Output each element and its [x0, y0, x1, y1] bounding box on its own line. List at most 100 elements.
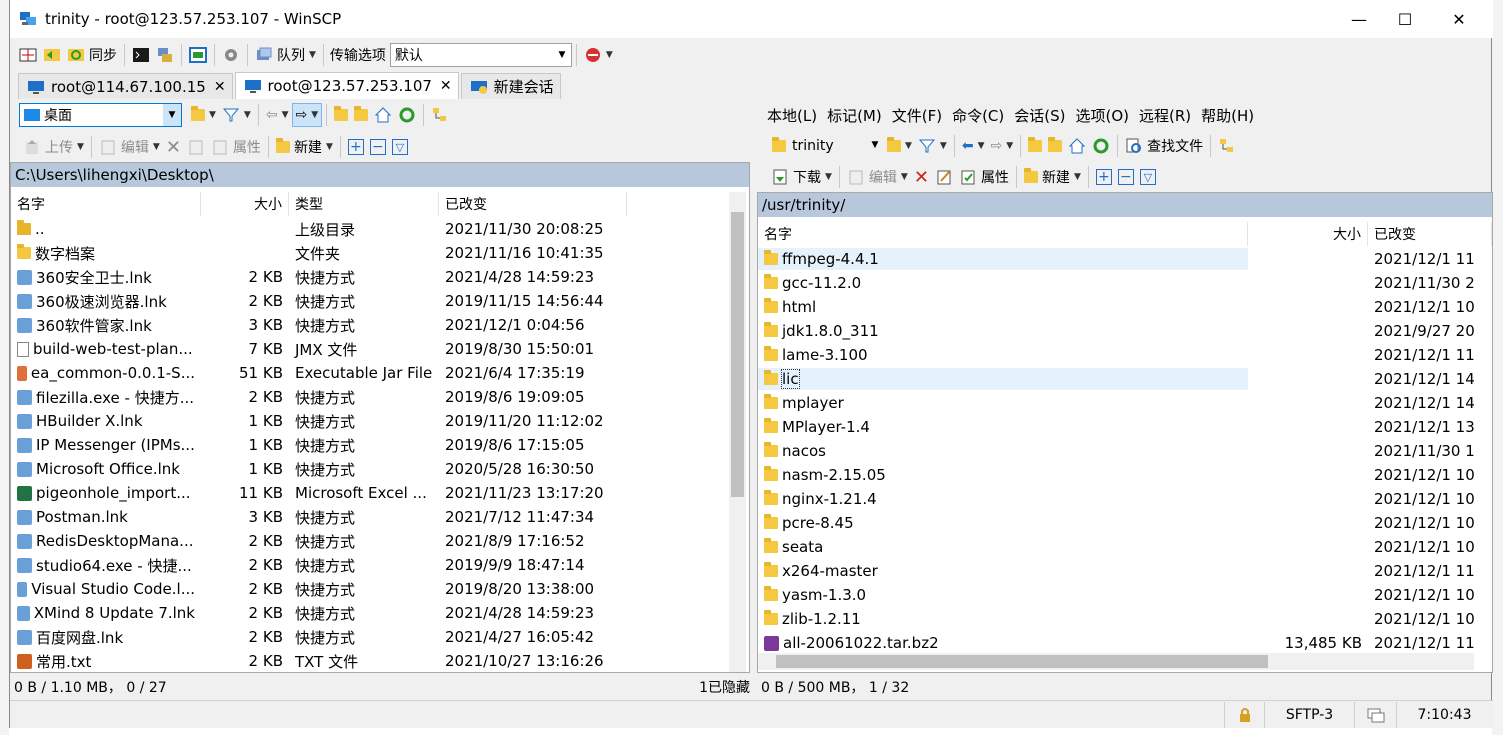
filter-select-button[interactable]: ▽: [389, 135, 411, 159]
sync-browse-button[interactable]: [40, 43, 64, 67]
menu-item[interactable]: 会话(S): [1009, 105, 1070, 126]
tab-close-icon[interactable]: ✕: [440, 78, 452, 94]
download-button[interactable]: 下载 ▼: [768, 165, 835, 189]
table-row[interactable]: lic 2021/12/1 14: [758, 367, 1492, 391]
menu-item[interactable]: 帮助(H): [1196, 105, 1259, 126]
new-button[interactable]: 新建 ▼: [1021, 165, 1084, 189]
table-row[interactable]: gcc-11.2.0 2021/11/30 2: [758, 271, 1492, 295]
table-row[interactable]: nacos 2021/11/30 1: [758, 439, 1492, 463]
table-row[interactable]: HBuilder X.lnk 1 KB 快捷方式 2019/11/20 11:12:0…: [11, 409, 727, 433]
home-button[interactable]: [371, 103, 395, 127]
parent-dir-button[interactable]: [331, 103, 351, 127]
compare-dirs-button[interactable]: [16, 43, 40, 67]
upload-button[interactable]: 上传 ▼: [20, 135, 87, 159]
table-row[interactable]: MPlayer-1.4 2021/12/1 13: [758, 415, 1492, 439]
table-row[interactable]: seata 2021/12/1 10: [758, 535, 1492, 559]
queue-button[interactable]: 队列 ▼: [252, 43, 319, 67]
table-row[interactable]: html 2021/12/1 10: [758, 295, 1492, 319]
refresh-button[interactable]: [395, 103, 419, 127]
transfer-settings-button[interactable]: ▼: [581, 43, 616, 67]
filter-select-button[interactable]: ▽: [1137, 165, 1159, 189]
table-row[interactable]: studio64.exe - 快捷... 2 KB 快捷方式 2019/9/9 18:…: [11, 553, 727, 577]
table-row[interactable]: .. 上级目录 2021/11/30 20:08:25: [11, 217, 727, 241]
unselect-button[interactable]: −: [367, 135, 389, 159]
table-row[interactable]: RedisDesktopMana... 2 KB 快捷方式 2021/8/9 17:1…: [11, 529, 727, 553]
open-dir-button[interactable]: ▼: [188, 103, 219, 127]
home-button[interactable]: [1065, 134, 1089, 158]
putty-button[interactable]: [153, 43, 177, 67]
table-row[interactable]: Microsoft Office.lnk 1 KB 快捷方式 2020/5/28 16…: [11, 457, 727, 481]
col-size[interactable]: 大小: [1248, 222, 1368, 246]
close-button[interactable]: ✕: [1436, 0, 1482, 38]
properties-button[interactable]: 属性: [208, 135, 264, 159]
edit-button[interactable]: 编辑 ▼: [844, 165, 911, 189]
filter-button[interactable]: ▼: [219, 103, 254, 127]
table-row[interactable]: nginx-1.21.4 2021/12/1 10: [758, 487, 1492, 511]
table-row[interactable]: mplayer 2021/12/1 14: [758, 391, 1492, 415]
delete-button[interactable]: ✕: [911, 165, 932, 189]
filter-button[interactable]: ▼: [915, 134, 950, 158]
open-dir-button[interactable]: ▼: [884, 134, 915, 158]
remote-dir-select[interactable]: trinity ▼: [768, 134, 884, 158]
refresh-button[interactable]: [1089, 134, 1113, 158]
table-row[interactable]: pcre-8.45 2021/12/1 10: [758, 511, 1492, 535]
table-row[interactable]: Visual Studio Code.l... 2 KB 快捷方式 2019/8/20…: [11, 577, 727, 601]
menu-item[interactable]: 远程(R): [1134, 105, 1196, 126]
sync-button[interactable]: 同步: [64, 43, 120, 67]
rename-button[interactable]: [932, 165, 956, 189]
table-row[interactable]: ea_common-0.0.1-S... 51 KB Executable Jar …: [11, 361, 727, 385]
table-row[interactable]: lame-3.100 2021/12/1 11: [758, 343, 1492, 367]
root-dir-button[interactable]: [1045, 134, 1065, 158]
tab-session-123[interactable]: root@123.57.253.107 ✕: [234, 72, 459, 99]
scroll-thumb[interactable]: [731, 212, 744, 497]
table-row[interactable]: 360极速浏览器.lnk 2 KB 快捷方式 2019/11/15 14:56:44: [11, 289, 727, 313]
table-row[interactable]: jdk1.8.0_311 2021/9/27 20: [758, 319, 1492, 343]
table-row[interactable]: 数字档案 文件夹 2021/11/16 10:41:35: [11, 241, 727, 265]
new-button[interactable]: 新建 ▼: [273, 135, 336, 159]
tab-session-114[interactable]: root@114.67.100.15 ✕: [18, 73, 233, 99]
col-name[interactable]: 名字: [11, 192, 201, 216]
forward-button[interactable]: ⇨ ▼: [988, 134, 1017, 158]
menu-item[interactable]: 本地(L): [762, 105, 822, 126]
maximize-button[interactable]: ☐: [1382, 0, 1428, 38]
table-row[interactable]: 百度网盘.lnk 2 KB 快捷方式 2021/4/27 16:05:42: [11, 625, 727, 649]
preferences-button[interactable]: [219, 43, 243, 67]
select-all-button[interactable]: +: [345, 135, 367, 159]
unselect-button[interactable]: −: [1115, 165, 1137, 189]
col-modified[interactable]: 已改变: [439, 192, 627, 216]
tab-close-icon[interactable]: ✕: [214, 79, 226, 95]
remote-horizontal-scrollbar[interactable]: [758, 653, 1474, 670]
local-drive-select[interactable]: 桌面 ▼: [19, 103, 182, 127]
table-row[interactable]: ffmpeg-4.4.1 2021/12/1 11: [758, 247, 1492, 271]
menu-item[interactable]: 命令(C): [947, 105, 1009, 126]
menu-item[interactable]: 选项(O): [1070, 105, 1134, 126]
scroll-thumb[interactable]: [776, 655, 1268, 668]
col-name[interactable]: 名字: [758, 222, 1248, 246]
terminal-button[interactable]: [129, 43, 153, 67]
edit-button[interactable]: 编辑 ▼: [96, 135, 163, 159]
select-all-button[interactable]: +: [1093, 165, 1115, 189]
local-vertical-scrollbar[interactable]: [729, 192, 746, 672]
table-row[interactable]: build-web-test-plan... 7 KB JMX 文件 2019/8/3…: [11, 337, 727, 361]
table-row[interactable]: 常用.txt 2 KB TXT 文件 2021/10/27 13:16:26: [11, 649, 727, 672]
tree-button[interactable]: [428, 103, 452, 127]
col-size[interactable]: 大小: [201, 192, 289, 216]
back-button[interactable]: ⇦ ▼: [263, 103, 292, 127]
menu-item[interactable]: 文件(F): [887, 105, 947, 126]
table-row[interactable]: XMind 8 Update 7.lnk 2 KB 快捷方式 2021/4/28 14…: [11, 601, 727, 625]
table-row[interactable]: 360安全卫士.lnk 2 KB 快捷方式 2021/4/28 14:59:23: [11, 265, 727, 289]
properties-button[interactable]: 属性: [956, 165, 1012, 189]
delete-button[interactable]: ✕: [163, 135, 184, 159]
table-row[interactable]: nasm-2.15.05 2021/12/1 10: [758, 463, 1492, 487]
tab-new-session[interactable]: 新建会话: [460, 73, 561, 99]
back-button[interactable]: ⬅ ▼: [959, 134, 988, 158]
window-button[interactable]: [186, 43, 210, 67]
table-row[interactable]: 360软件管家.lnk 3 KB 快捷方式 2021/12/1 0:04:56: [11, 313, 727, 337]
table-row[interactable]: IP Messenger (IPMs... 1 KB 快捷方式 2019/8/6 17…: [11, 433, 727, 457]
table-row[interactable]: yasm-1.3.0 2021/12/1 10: [758, 583, 1492, 607]
menu-item[interactable]: 标记(M): [822, 105, 887, 126]
minimize-button[interactable]: —: [1336, 0, 1382, 38]
table-row[interactable]: zlib-1.2.11 2021/12/1 10: [758, 607, 1492, 631]
root-dir-button[interactable]: [351, 103, 371, 127]
transfer-options-select[interactable]: 默认 ▼: [389, 43, 572, 67]
